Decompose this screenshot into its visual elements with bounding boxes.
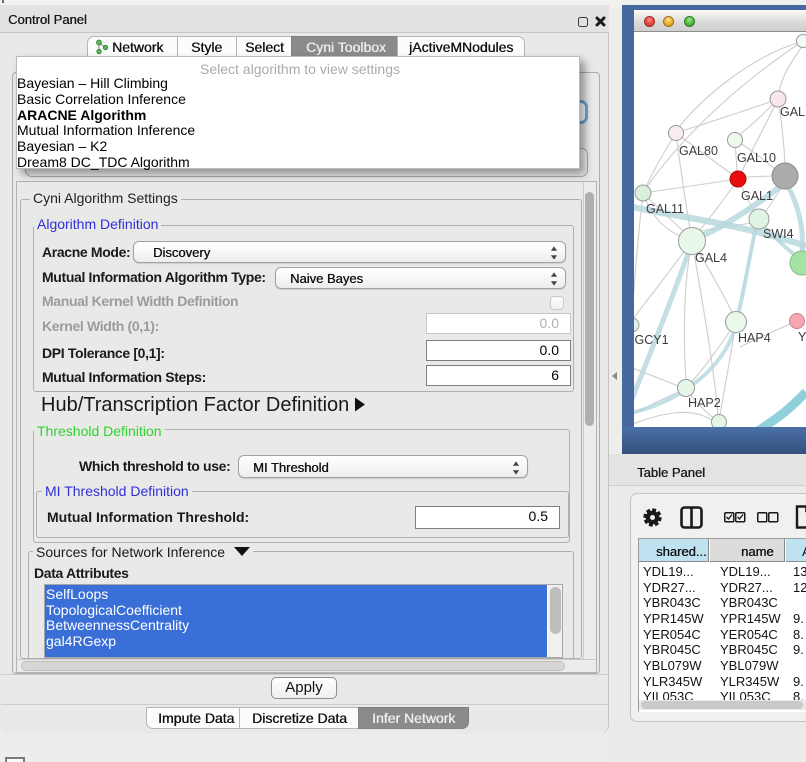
- svg-text:HAP4: HAP4: [738, 331, 771, 345]
- svg-text:GAL80: GAL80: [679, 144, 718, 158]
- svg-text:HAP2: HAP2: [688, 396, 721, 410]
- svg-text:SWI4: SWI4: [763, 227, 794, 241]
- svg-text:GAL10: GAL10: [737, 151, 776, 165]
- svg-text:GAL4: GAL4: [695, 251, 727, 265]
- svg-text:GAL11: GAL11: [646, 202, 684, 216]
- svg-text:GCY1: GCY1: [635, 333, 669, 347]
- svg-text:GAL1: GAL1: [741, 189, 773, 203]
- svg-text:Y: Y: [798, 330, 806, 344]
- svg-text:GAL: GAL: [780, 105, 805, 119]
